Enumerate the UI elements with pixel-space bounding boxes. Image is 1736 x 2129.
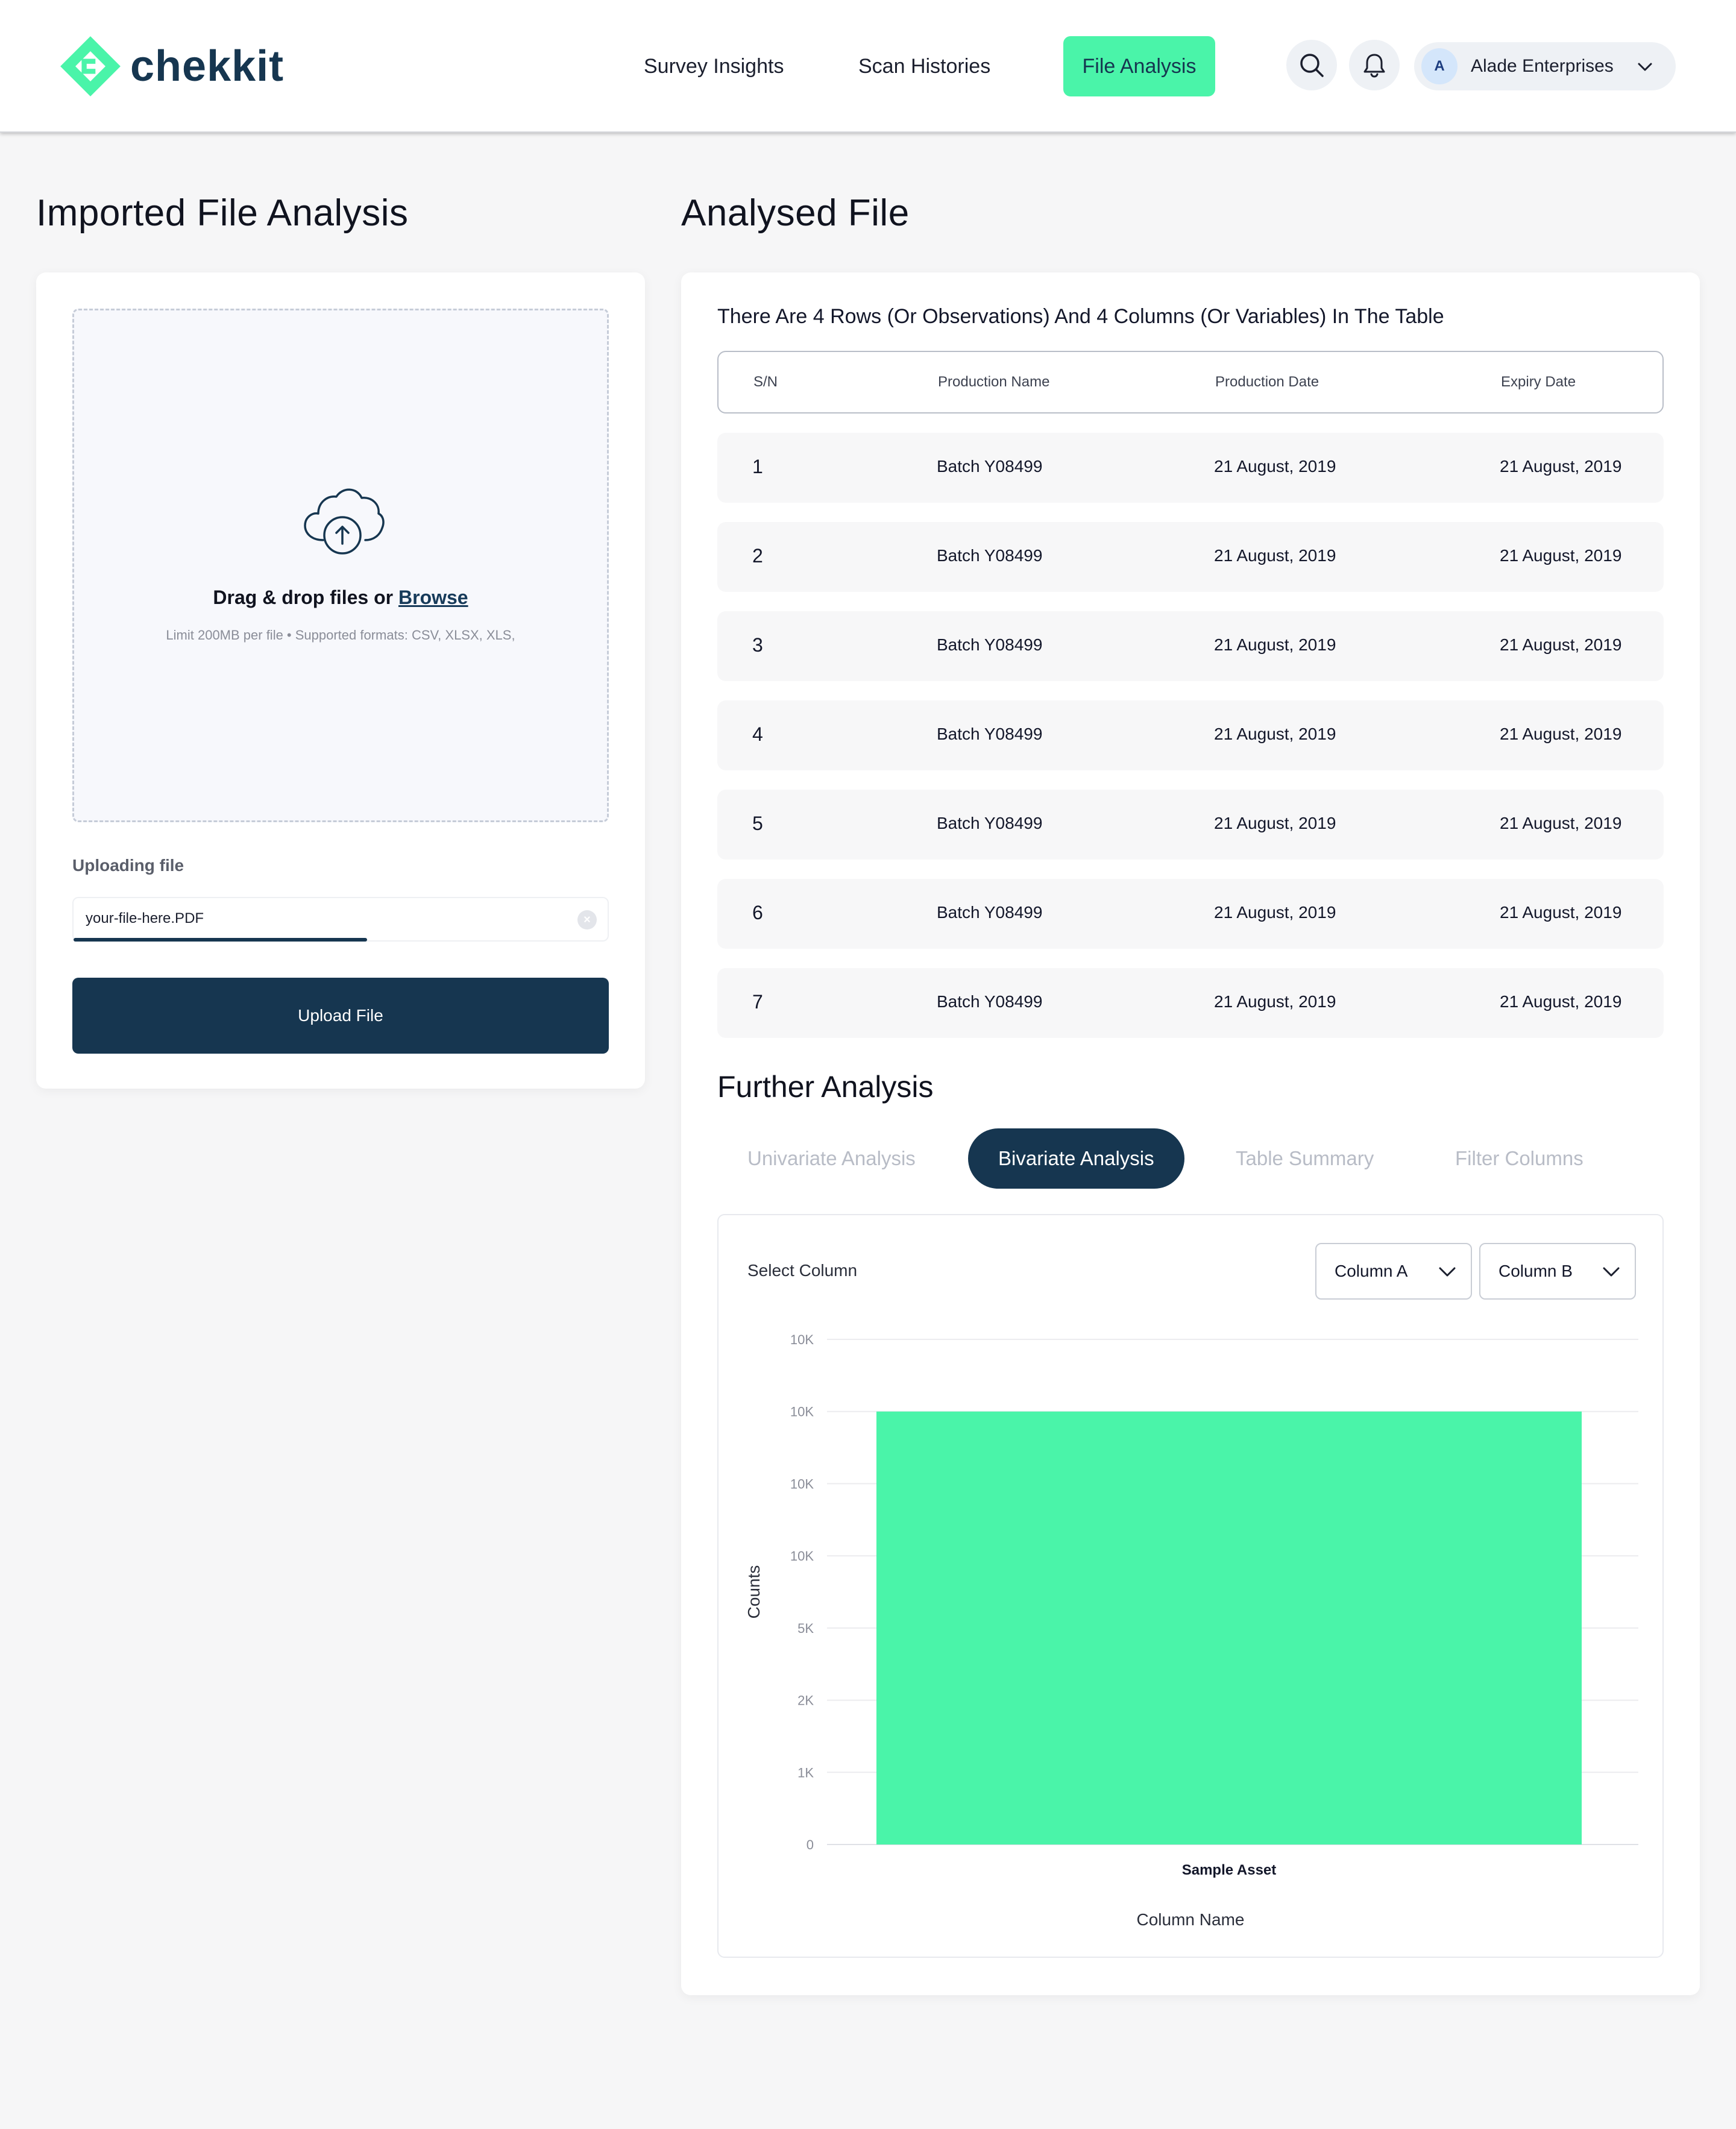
cell-production-date: 21 August, 2019 bbox=[1214, 635, 1336, 654]
table-row[interactable]: 7 Batch Y08499 21 August, 2019 21 August… bbox=[717, 968, 1664, 1038]
column-header-sn: S/N bbox=[753, 374, 778, 390]
brand-logo[interactable]: chekkit bbox=[59, 35, 284, 98]
column-header-production-date: Production Date bbox=[1215, 374, 1319, 390]
cell-production-date: 21 August, 2019 bbox=[1214, 903, 1336, 922]
imported-file-analysis-title: Imported File Analysis bbox=[36, 192, 409, 234]
table-row[interactable]: 6 Batch Y08499 21 August, 2019 21 August… bbox=[717, 879, 1664, 949]
upload-file-button[interactable]: Upload File bbox=[72, 978, 609, 1054]
cell-sn: 1 bbox=[752, 456, 763, 477]
avatar: A bbox=[1421, 48, 1458, 84]
table-row[interactable]: 4 Batch Y08499 21 August, 2019 21 August… bbox=[717, 700, 1664, 770]
cell-expiry-date: 21 August, 2019 bbox=[1500, 457, 1622, 476]
cell-production-name: Batch Y08499 bbox=[937, 903, 1043, 922]
cell-sn: 5 bbox=[752, 813, 763, 834]
search-button[interactable] bbox=[1286, 40, 1337, 90]
cell-production-name: Batch Y08499 bbox=[937, 992, 1043, 1011]
y-tick-label: 10K bbox=[790, 1404, 814, 1420]
analysed-file-card: There Are 4 Rows (Or Observations) And 4… bbox=[681, 272, 1700, 1995]
nav-file-analysis[interactable]: File Analysis bbox=[1063, 36, 1215, 96]
chevron-down-icon bbox=[1638, 63, 1652, 71]
y-tick-label: 10K bbox=[790, 1332, 814, 1347]
cell-production-date: 21 August, 2019 bbox=[1214, 457, 1336, 476]
search-icon bbox=[1300, 54, 1324, 77]
y-tick-label: 10K bbox=[790, 1549, 814, 1564]
account-name: Alade Enterprises bbox=[1471, 56, 1614, 76]
bell-icon bbox=[1363, 54, 1385, 78]
upload-progress-bar bbox=[74, 938, 608, 942]
x-tick-label: Sample Asset bbox=[1182, 1862, 1277, 1878]
chart-bar bbox=[876, 1411, 1582, 1844]
column-header-expiry-date: Expiry Date bbox=[1501, 374, 1576, 390]
bivariate-bar-chart: 0 1K 2K 5K 10K 10K 10K 10K Sample Asset Column Na… bbox=[744, 1332, 1638, 1929]
cell-production-name: Batch Y08499 bbox=[937, 457, 1043, 476]
cell-sn: 4 bbox=[752, 723, 763, 745]
cell-production-date: 21 August, 2019 bbox=[1214, 992, 1336, 1011]
y-tick-label: 10K bbox=[790, 1476, 814, 1491]
x-axis-label: Column Name bbox=[1137, 1910, 1245, 1929]
y-tick-label: 2K bbox=[797, 1693, 814, 1708]
y-tick-label: 0 bbox=[807, 1837, 814, 1852]
uploading-file-field: your-file-here.PDF × bbox=[72, 897, 609, 942]
table-row[interactable]: 2 Batch Y08499 21 August, 2019 21 August… bbox=[717, 522, 1664, 592]
upload-progress-fill bbox=[74, 938, 368, 942]
browse-link[interactable]: Browse bbox=[398, 586, 468, 608]
close-icon[interactable]: × bbox=[577, 910, 597, 929]
top-header: chekkit Survey Insights Scan Histories F… bbox=[0, 0, 1736, 133]
cell-expiry-date: 21 August, 2019 bbox=[1500, 725, 1622, 743]
cell-expiry-date: 21 August, 2019 bbox=[1500, 635, 1622, 654]
table-row[interactable]: 3 Batch Y08499 21 August, 2019 21 August… bbox=[717, 611, 1664, 681]
table-summary-caption: There Are 4 Rows (Or Observations) And 4… bbox=[717, 305, 1444, 328]
uploading-file-name: your-file-here.PDF bbox=[86, 910, 204, 926]
cell-expiry-date: 21 August, 2019 bbox=[1500, 546, 1622, 565]
drop-text: Drag & drop files or bbox=[213, 586, 398, 608]
cell-expiry-date: 21 August, 2019 bbox=[1500, 903, 1622, 922]
y-axis-label: Counts bbox=[744, 1565, 763, 1619]
upload-card: Drag & drop files or Browse Limit 200MB … bbox=[36, 272, 645, 1089]
cell-sn: 2 bbox=[752, 545, 763, 567]
tab-table-summary[interactable]: Table Summary bbox=[1236, 1128, 1374, 1189]
cell-expiry-date: 21 August, 2019 bbox=[1500, 992, 1622, 1011]
bivariate-chart-panel: Select Column Column A Column B 0 1K 2K 5K 1… bbox=[717, 1214, 1664, 1958]
cell-sn: 7 bbox=[752, 991, 763, 1013]
cell-sn: 3 bbox=[752, 634, 763, 656]
brand-name: chekkit bbox=[130, 42, 285, 90]
y-tick-label: 1K bbox=[797, 1765, 814, 1780]
analysed-file-title: Analysed File bbox=[681, 192, 910, 234]
cloud-upload-icon bbox=[304, 488, 385, 555]
nav-scan-histories[interactable]: Scan Histories bbox=[858, 36, 990, 96]
column-header-production-name: Production Name bbox=[938, 374, 1050, 390]
nav-survey-insights[interactable]: Survey Insights bbox=[644, 36, 784, 96]
cell-expiry-date: 21 August, 2019 bbox=[1500, 814, 1622, 832]
file-dropzone[interactable]: Drag & drop files or Browse Limit 200MB … bbox=[72, 309, 609, 822]
table-row[interactable]: 1 Batch Y08499 21 August, 2019 21 August… bbox=[717, 433, 1664, 503]
tab-bivariate-analysis[interactable]: Bivariate Analysis bbox=[968, 1128, 1184, 1189]
chekkit-logo-icon bbox=[60, 36, 121, 96]
account-menu[interactable]: A Alade Enterprises bbox=[1414, 42, 1676, 90]
y-tick-label: 5K bbox=[797, 1621, 814, 1636]
table-row[interactable]: 5 Batch Y08499 21 August, 2019 21 August… bbox=[717, 790, 1664, 860]
upload-limits-text: Limit 200MB per file • Supported formats… bbox=[166, 627, 515, 643]
uploading-file-label: Uploading file bbox=[72, 856, 184, 875]
cell-production-date: 21 August, 2019 bbox=[1214, 814, 1336, 832]
tab-filter-columns[interactable]: Filter Columns bbox=[1455, 1128, 1583, 1189]
further-analysis-title: Further Analysis bbox=[717, 1070, 934, 1104]
cell-sn: 6 bbox=[752, 902, 763, 923]
table-header: S/N Production Name Production Date Expi… bbox=[717, 351, 1664, 414]
cell-production-name: Batch Y08499 bbox=[937, 814, 1043, 832]
tab-univariate-analysis[interactable]: Univariate Analysis bbox=[747, 1128, 916, 1189]
cell-production-date: 21 August, 2019 bbox=[1214, 725, 1336, 743]
drop-instructions: Drag & drop files or Browse bbox=[74, 586, 607, 609]
cell-production-name: Batch Y08499 bbox=[937, 546, 1043, 565]
cell-production-name: Batch Y08499 bbox=[937, 635, 1043, 654]
notifications-button[interactable] bbox=[1349, 40, 1400, 90]
cell-production-date: 21 August, 2019 bbox=[1214, 546, 1336, 565]
cell-production-name: Batch Y08499 bbox=[937, 725, 1043, 743]
